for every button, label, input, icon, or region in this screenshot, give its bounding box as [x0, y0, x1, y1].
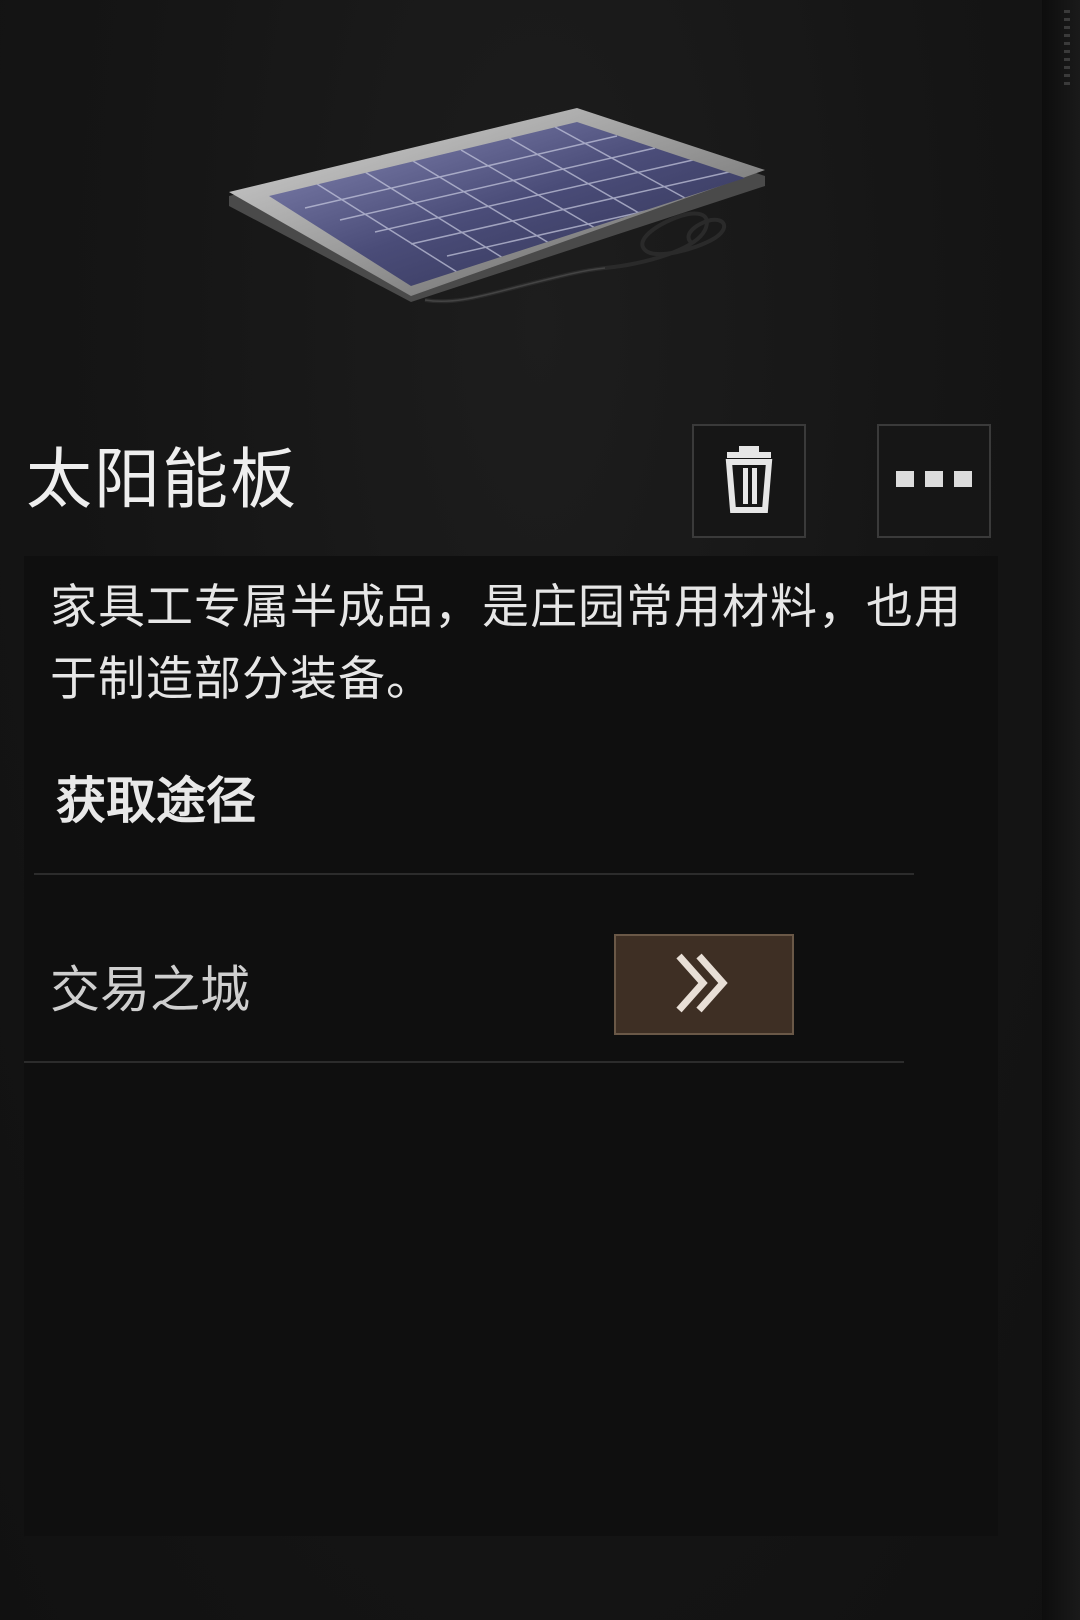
acquire-section-title: 获取途径 [56, 772, 256, 830]
divider [34, 873, 914, 875]
item-detail-screen: 太阳能板 家具工专属半成品，是庄园常用材料，也用于制造部分装备。 获取途径 交易 [0, 0, 1080, 1620]
divider [24, 1061, 904, 1063]
item-title: 太阳能板 [26, 441, 298, 518]
source-label-trading-city: 交易之城 [50, 961, 250, 1019]
delete-button[interactable] [692, 424, 806, 538]
item-description: 家具工专属半成品，是庄园常用材料，也用于制造部分装备。 [50, 580, 962, 707]
more-button[interactable] [877, 424, 991, 538]
side-edge-marker [1064, 10, 1070, 90]
solar-panel-icon [225, 100, 785, 330]
trash-icon [719, 444, 779, 518]
go-to-source-button[interactable] [614, 934, 794, 1035]
side-edge-strip [1042, 0, 1080, 1620]
double-chevron-right-icon [669, 948, 739, 1022]
more-dots-icon [894, 469, 974, 493]
